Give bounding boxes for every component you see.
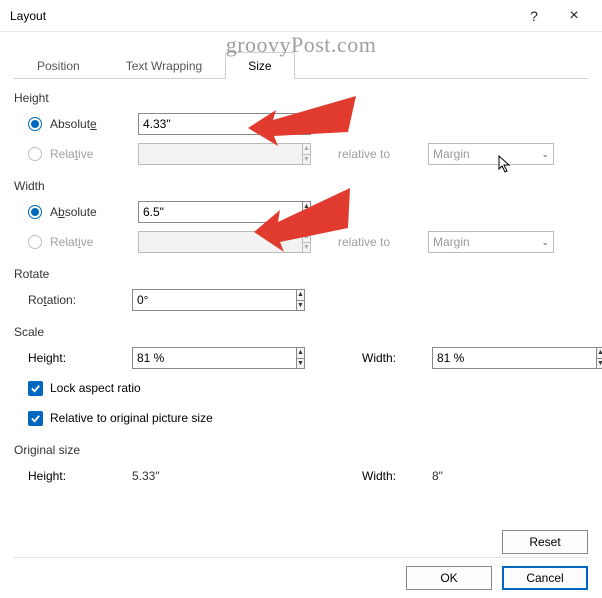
- lock-aspect-label: Lock aspect ratio: [50, 381, 141, 395]
- spin-down-icon[interactable]: ▼: [297, 301, 304, 311]
- original-height-value: 5.33": [132, 469, 160, 483]
- spin-up-icon: ▲: [303, 232, 310, 243]
- cancel-button[interactable]: Cancel: [502, 566, 588, 590]
- spin-down-icon[interactable]: ▼: [597, 359, 602, 369]
- tab-text-wrapping[interactable]: Text Wrapping: [103, 52, 225, 79]
- spin-down-icon: ▼: [303, 155, 310, 165]
- scale-width-input[interactable]: [432, 347, 596, 369]
- width-relative-spinner: ▲▼: [138, 231, 230, 253]
- scale-height-spinner[interactable]: ▲▼: [132, 347, 224, 369]
- title-bar: Layout ? ×: [0, 0, 602, 32]
- height-relative-input: [138, 143, 302, 165]
- spin-down-icon[interactable]: ▼: [303, 125, 310, 135]
- scale-height-label: Height:: [28, 351, 66, 365]
- width-absolute-input[interactable]: [138, 201, 302, 223]
- width-relative-to-label: relative to: [338, 235, 428, 249]
- spin-down-icon[interactable]: ▼: [297, 359, 304, 369]
- original-width-label: Width:: [362, 469, 396, 483]
- close-button[interactable]: ×: [554, 2, 594, 30]
- tab-strip: Position Text Wrapping Size: [14, 52, 588, 79]
- rotation-spinner[interactable]: ▲▼: [132, 289, 224, 311]
- width-absolute-label: Absolute: [50, 205, 138, 219]
- scale-width-label: Width:: [362, 351, 396, 365]
- reset-button[interactable]: Reset: [502, 530, 588, 554]
- chevron-down-icon: ⌄: [541, 237, 549, 248]
- original-height-label: Height:: [28, 469, 66, 483]
- tab-position[interactable]: Position: [14, 52, 103, 79]
- spin-up-icon[interactable]: ▲: [297, 290, 304, 301]
- spin-down-icon[interactable]: ▼: [303, 213, 310, 223]
- relative-original-label: Relative to original picture size: [50, 411, 213, 425]
- height-relative-to-label: relative to: [338, 147, 428, 161]
- spin-up-icon: ▲: [303, 144, 310, 155]
- height-absolute-label: Absolute: [50, 117, 138, 131]
- width-absolute-radio[interactable]: [28, 205, 42, 219]
- window-title: Layout: [10, 9, 514, 23]
- rotation-input[interactable]: [132, 289, 296, 311]
- scale-section-label: Scale: [14, 325, 588, 339]
- width-absolute-spinner[interactable]: ▲▼: [138, 201, 230, 223]
- spin-up-icon[interactable]: ▲: [303, 202, 310, 213]
- height-relative-to-combo[interactable]: Margin ⌄: [428, 143, 554, 165]
- width-section-label: Width: [14, 179, 588, 193]
- rotation-label: Rotation:: [28, 293, 132, 307]
- relative-original-checkbox[interactable]: [28, 411, 43, 426]
- original-section-label: Original size: [14, 443, 588, 457]
- chevron-down-icon: ⌄: [541, 149, 549, 160]
- help-button[interactable]: ?: [514, 2, 554, 30]
- scale-height-input[interactable]: [132, 347, 296, 369]
- width-relative-label: Relative: [50, 235, 138, 249]
- tab-size[interactable]: Size: [225, 52, 294, 79]
- width-relative-radio[interactable]: [28, 235, 42, 249]
- lock-aspect-checkbox[interactable]: [28, 381, 43, 396]
- width-relative-to-combo[interactable]: Margin ⌄: [428, 231, 554, 253]
- width-relative-input: [138, 231, 302, 253]
- spin-up-icon[interactable]: ▲: [297, 348, 304, 359]
- spin-up-icon[interactable]: ▲: [597, 348, 602, 359]
- ok-button[interactable]: OK: [406, 566, 492, 590]
- height-absolute-spinner[interactable]: ▲▼: [138, 113, 230, 135]
- spin-up-icon[interactable]: ▲: [303, 114, 310, 125]
- height-relative-spinner: ▲▼: [138, 143, 230, 165]
- rotate-section-label: Rotate: [14, 267, 588, 281]
- height-section-label: Height: [14, 91, 588, 105]
- height-relative-label: Relative: [50, 147, 138, 161]
- height-relative-radio[interactable]: [28, 147, 42, 161]
- height-absolute-radio[interactable]: [28, 117, 42, 131]
- scale-width-spinner[interactable]: ▲▼: [432, 347, 524, 369]
- original-width-value: 8": [432, 469, 443, 483]
- height-absolute-input[interactable]: [138, 113, 302, 135]
- spin-down-icon: ▼: [303, 243, 310, 253]
